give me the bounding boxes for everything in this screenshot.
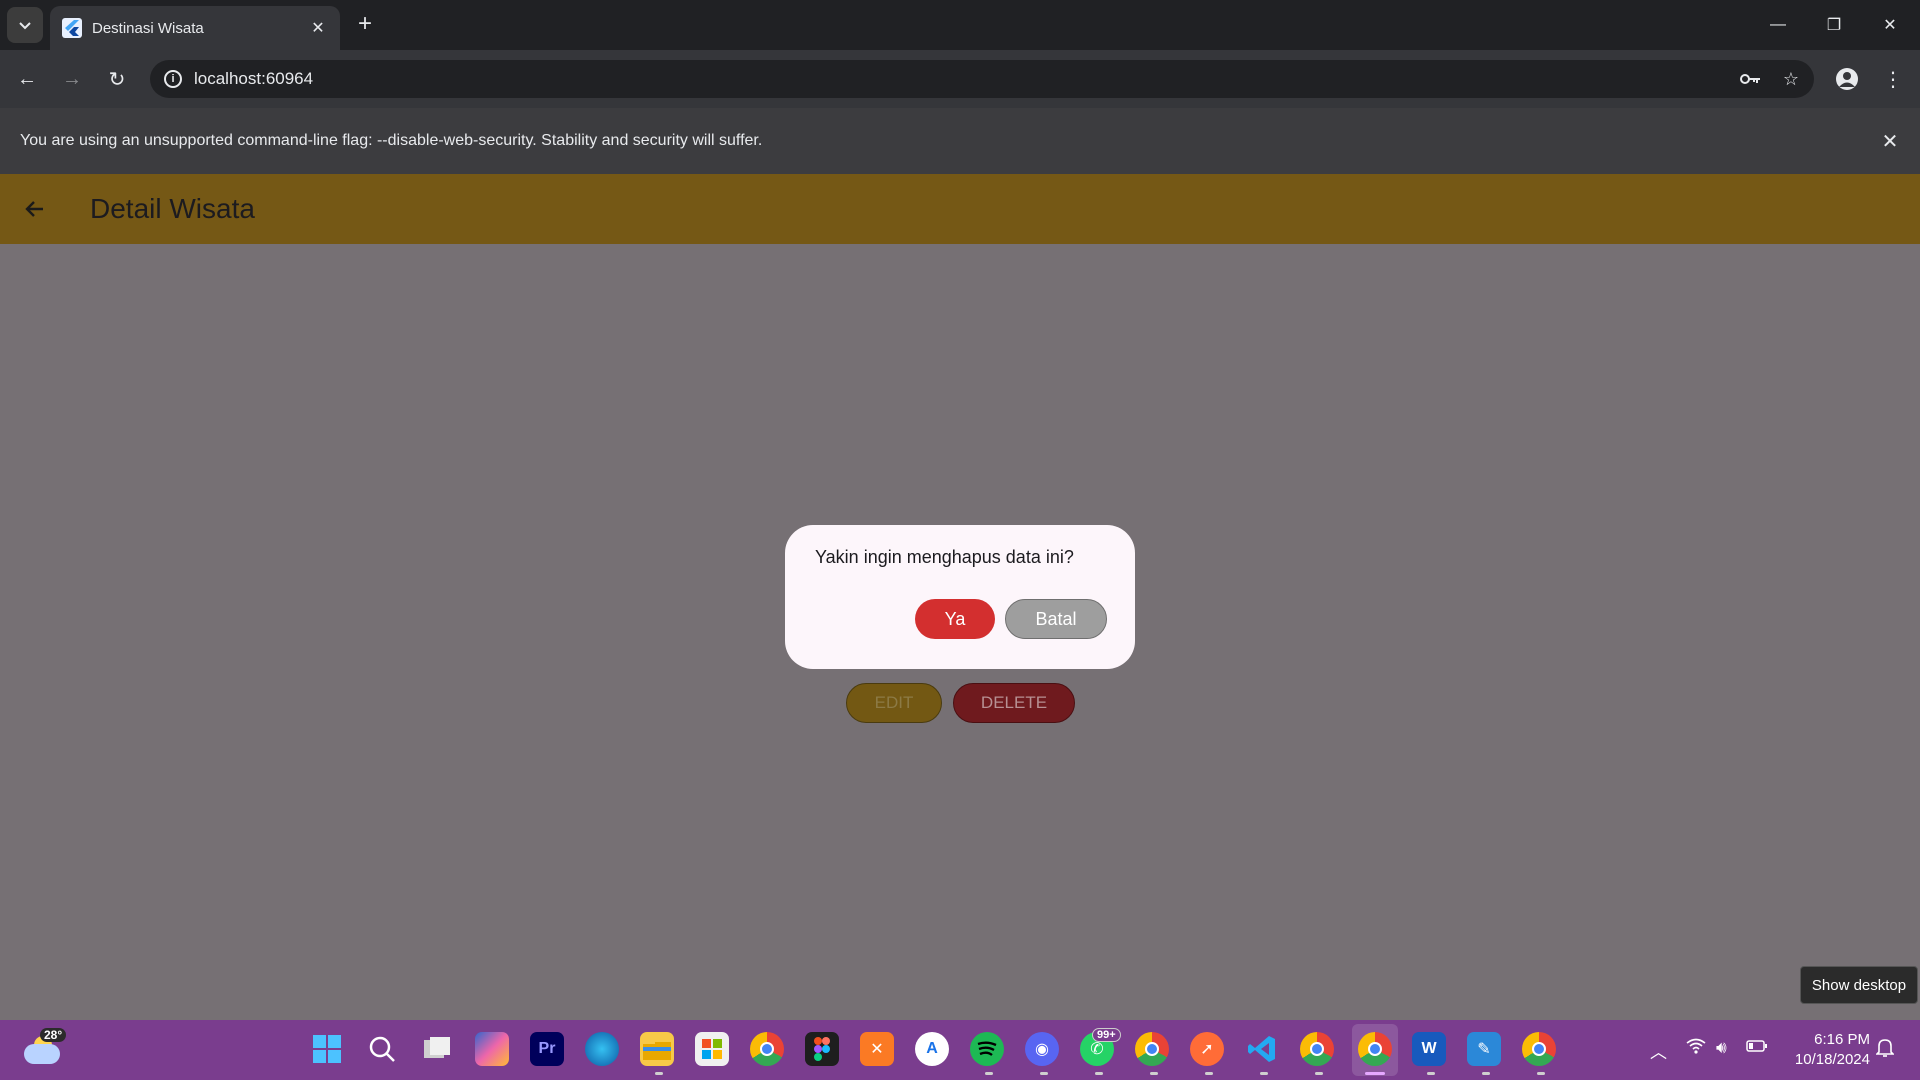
running-indicator [1040, 1072, 1048, 1075]
back-icon[interactable]: ← [8, 60, 46, 98]
running-indicator [1427, 1072, 1435, 1075]
chrome-profile-icon[interactable] [1300, 1032, 1334, 1066]
word-icon[interactable]: W [1412, 1032, 1446, 1066]
browser-toolbar: ← → ↻ i localhost:60964 ☆ ⋮ [0, 50, 1920, 108]
chrome-profile-icon[interactable] [1135, 1032, 1169, 1066]
confirm-yes-button[interactable]: Ya [915, 599, 995, 639]
notification-bell-icon[interactable] [1875, 1038, 1895, 1063]
system-clock[interactable]: 6:16 PM 10/18/2024 [1778, 1030, 1870, 1070]
menu-kebab-icon[interactable]: ⋮ [1874, 60, 1912, 98]
warning-infobar: You are using an unsupported command-lin… [0, 108, 1920, 174]
active-indicator [1365, 1072, 1385, 1075]
chevron-down-icon [19, 22, 31, 30]
restore-icon[interactable]: ❐ [1806, 0, 1862, 50]
edge-icon[interactable] [585, 1032, 619, 1066]
flutter-icon [62, 18, 82, 38]
android-studio-icon[interactable]: A [915, 1032, 949, 1066]
chrome-icon[interactable] [1358, 1032, 1392, 1066]
minimize-icon[interactable]: — [1750, 0, 1806, 50]
clock-date: 10/18/2024 [1794, 1051, 1870, 1068]
app-bar: Detail Wisata [0, 174, 1920, 244]
cloud-icon [24, 1044, 60, 1064]
clock-time: 6:16 PM [1814, 1031, 1870, 1048]
running-indicator [1260, 1072, 1268, 1075]
battery-icon[interactable] [1746, 1038, 1768, 1058]
vscode-icon[interactable] [1245, 1032, 1279, 1066]
chrome-icon[interactable] [750, 1032, 784, 1066]
back-arrow-icon[interactable] [0, 197, 70, 221]
tab-search-button[interactable] [7, 7, 43, 43]
new-tab-button[interactable]: + [352, 12, 378, 38]
profile-icon[interactable] [1828, 60, 1866, 98]
cancel-button[interactable]: Batal [1005, 599, 1107, 639]
tab-close-icon[interactable]: ✕ [308, 18, 328, 38]
running-indicator [1095, 1072, 1103, 1075]
reload-icon[interactable]: ↻ [98, 60, 136, 98]
whatsapp-badge: 99+ [1092, 1028, 1121, 1042]
premiere-pro-icon[interactable]: Pr [530, 1032, 564, 1066]
show-desktop-tooltip: Show desktop [1800, 966, 1918, 1004]
chevron-up-icon[interactable]: ︿ [1650, 1038, 1667, 1063]
running-indicator [1537, 1072, 1545, 1075]
copilot-icon[interactable] [475, 1032, 509, 1066]
running-indicator [1315, 1072, 1323, 1075]
page-title: Detail Wisata [90, 193, 255, 224]
running-indicator [1482, 1072, 1490, 1075]
file-explorer-icon[interactable] [640, 1032, 674, 1066]
running-indicator [1150, 1072, 1158, 1075]
url-text[interactable]: localhost:60964 [194, 69, 1734, 89]
search-icon[interactable] [365, 1032, 399, 1066]
weather-widget[interactable]: 28° [22, 1028, 67, 1070]
site-info-icon[interactable]: i [164, 70, 182, 88]
confirm-delete-dialog: Yakin ingin menghapus data ini? Ya Batal [785, 525, 1135, 669]
bookmark-star-icon[interactable]: ☆ [1774, 62, 1808, 96]
infobar-message: You are using an unsupported command-lin… [20, 132, 763, 149]
running-indicator [655, 1072, 663, 1075]
running-indicator [1205, 1072, 1213, 1075]
browser-tab[interactable]: Destinasi Wisata ✕ [50, 6, 340, 50]
postman-icon[interactable]: ➚ [1190, 1032, 1224, 1066]
figma-icon[interactable] [805, 1032, 839, 1066]
delete-button[interactable]: DELETE [953, 683, 1075, 723]
weather-temp: 28° [40, 1028, 67, 1042]
microsoft-store-icon[interactable] [695, 1032, 729, 1066]
discord-icon[interactable]: ◉ [1025, 1032, 1059, 1066]
close-window-icon[interactable]: ✕ [1862, 0, 1918, 50]
forward-icon[interactable]: → [53, 60, 91, 98]
browser-titlebar: Destinasi Wisata ✕ + — ❐ ✕ [0, 0, 1920, 50]
edit-button[interactable]: EDIT [846, 683, 942, 723]
taskbar: 28° Pr ✕ A ◉ ✆ 99+ ➚ W ✎ ︿ 🔊︎ 6:16 PM 10… [0, 1020, 1920, 1080]
task-view-icon[interactable] [420, 1032, 454, 1066]
volume-icon[interactable]: 🔊︎ [1716, 1038, 1727, 1058]
password-key-icon[interactable] [1734, 62, 1768, 96]
wifi-icon[interactable] [1686, 1038, 1706, 1059]
tab-title: Destinasi Wisata [92, 19, 204, 37]
infobar-close-icon[interactable]: ✕ [1860, 129, 1920, 154]
address-bar[interactable]: i localhost:60964 ☆ [150, 60, 1814, 98]
dialog-message: Yakin ingin menghapus data ini? [815, 547, 1074, 567]
windows-start-icon[interactable] [310, 1032, 344, 1066]
running-indicator [985, 1072, 993, 1075]
spotify-icon[interactable] [970, 1032, 1004, 1066]
chrome-icon[interactable] [1522, 1032, 1556, 1066]
xampp-icon[interactable]: ✕ [860, 1032, 894, 1066]
pen-tool-icon[interactable]: ✎ [1467, 1032, 1501, 1066]
